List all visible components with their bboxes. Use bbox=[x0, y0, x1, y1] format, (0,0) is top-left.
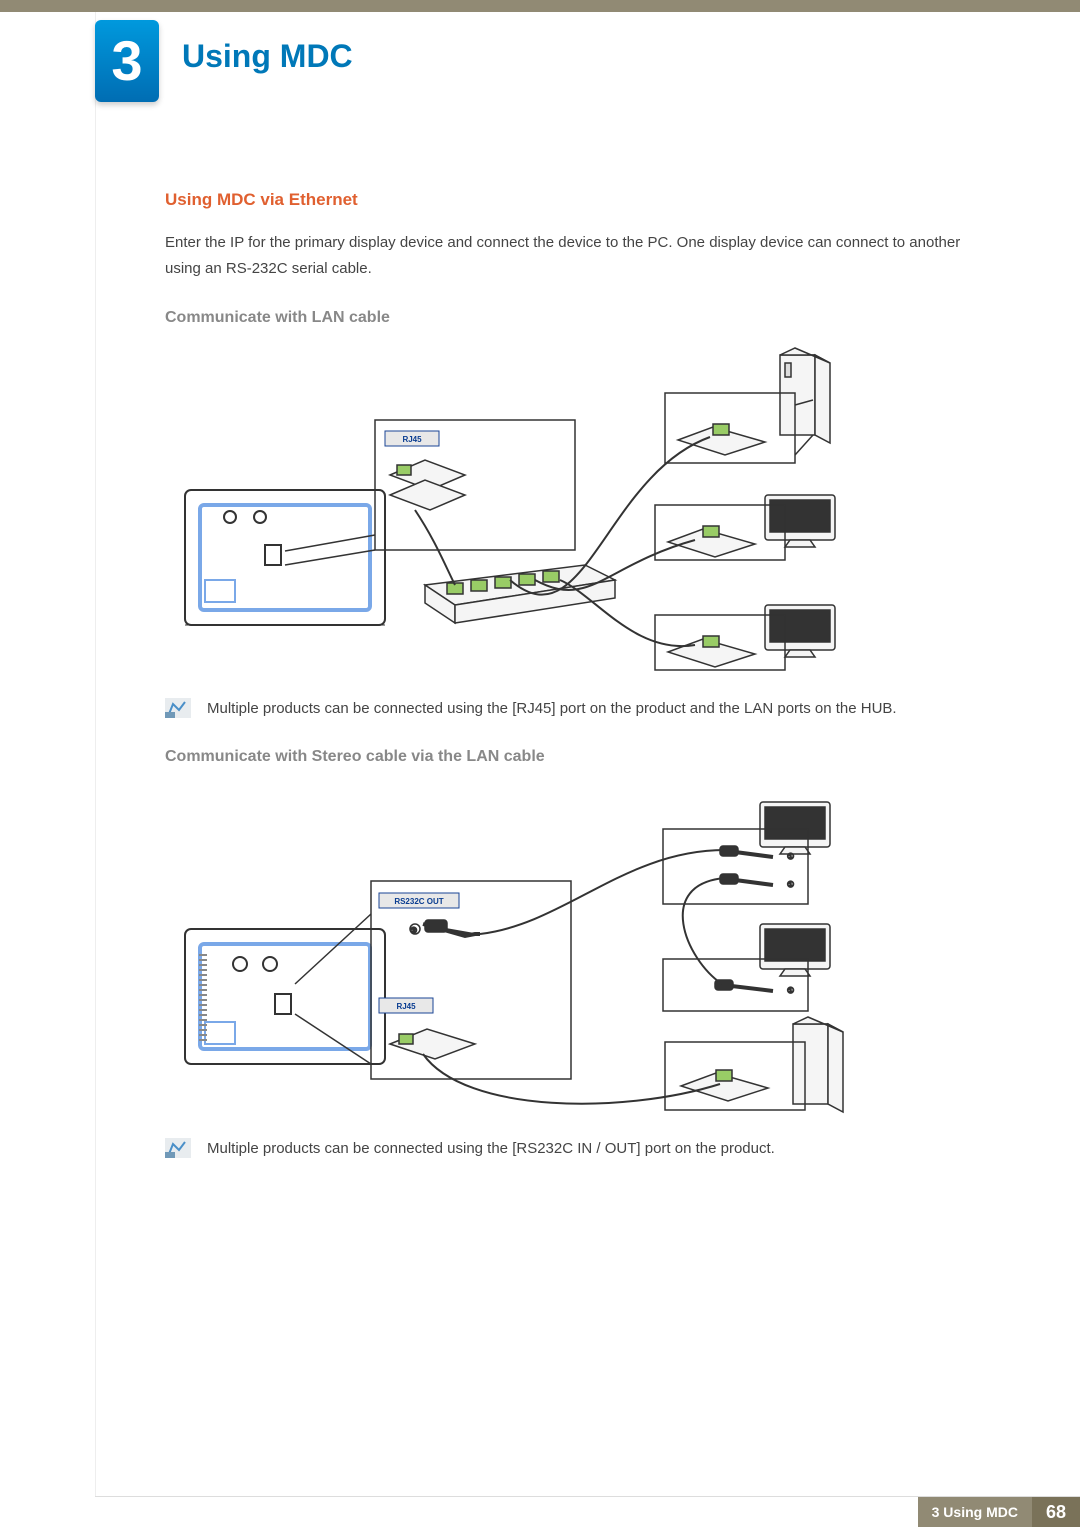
note-icon bbox=[165, 698, 191, 718]
footer-chapter-label: 3 Using MDC bbox=[918, 1497, 1032, 1527]
chapter-number: 3 bbox=[111, 33, 142, 89]
svg-text:①: ① bbox=[787, 880, 794, 889]
svg-text:①: ① bbox=[787, 852, 794, 861]
section-heading-ethernet: Using MDC via Ethernet bbox=[165, 190, 985, 210]
diagram-stereo-lan: RS232C OUT ② RJ45 bbox=[165, 784, 985, 1124]
sidebar-rule bbox=[95, 12, 96, 1497]
note-icon bbox=[165, 1138, 191, 1158]
footer-page-number: 68 bbox=[1032, 1497, 1080, 1527]
note-stereo-text: Multiple products can be connected using… bbox=[207, 1136, 775, 1162]
note-stereo: Multiple products can be connected using… bbox=[165, 1136, 985, 1162]
chapter-badge: 3 bbox=[95, 20, 159, 102]
header-bar bbox=[0, 0, 1080, 12]
note-lan: Multiple products can be connected using… bbox=[165, 696, 985, 722]
note-lan-text: Multiple products can be connected using… bbox=[207, 696, 897, 722]
diagram-lan-cable: RJ45 bbox=[165, 345, 985, 680]
section-body-ethernet: Enter the IP for the primary display dev… bbox=[165, 230, 985, 281]
svg-text:①: ① bbox=[787, 986, 794, 995]
page-footer: 3 Using MDC 68 bbox=[0, 1497, 1080, 1527]
page-content: Using MDC via Ethernet Enter the IP for … bbox=[165, 190, 985, 1187]
svg-text:②: ② bbox=[410, 926, 417, 935]
subheading-lan: Communicate with LAN cable bbox=[165, 309, 985, 327]
label-rj45: RJ45 bbox=[402, 435, 422, 444]
subheading-stereo: Communicate with Stereo cable via the LA… bbox=[165, 748, 985, 766]
label-rj45-b: RJ45 bbox=[396, 1002, 416, 1011]
chapter-title: Using MDC bbox=[182, 38, 353, 75]
label-rs232c-out: RS232C OUT bbox=[394, 897, 443, 906]
